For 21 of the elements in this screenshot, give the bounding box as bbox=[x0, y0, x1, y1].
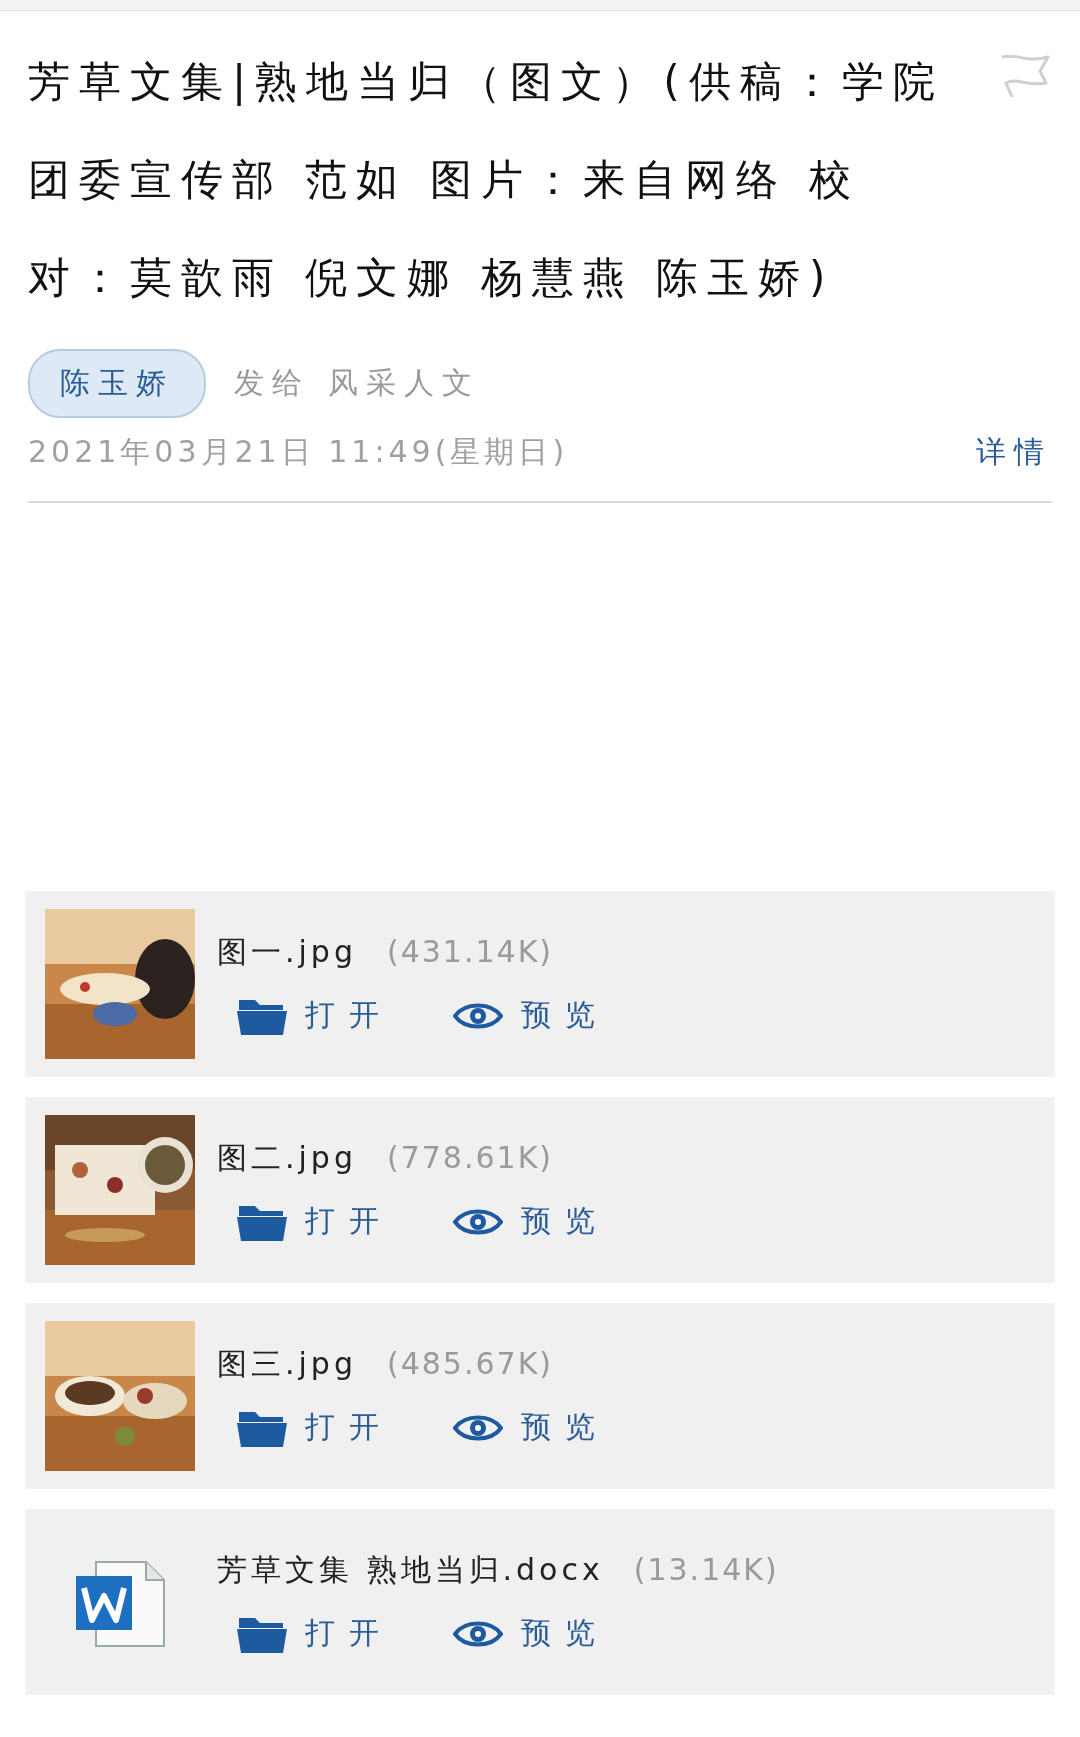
recipient-text: 发给 风采人文 bbox=[234, 364, 480, 402]
file-name: 芳草文集 熟地当归.docx bbox=[217, 1551, 604, 1589]
preview-button[interactable]: 预览 bbox=[453, 1613, 609, 1654]
file-name: 图二.jpg bbox=[217, 1139, 357, 1177]
open-button[interactable]: 打开 bbox=[237, 995, 393, 1036]
file-size: (485.67K) bbox=[386, 1346, 554, 1381]
preview-button[interactable]: 预览 bbox=[453, 995, 609, 1036]
email-subject: 芳草文集|熟地当归（图文）(供稿：学院团委宣传部 范如 图片：来自网络 校对：莫歆雨 倪文娜 杨慧燕 陈玉娇) bbox=[28, 56, 945, 304]
file-name: 图三.jpg bbox=[217, 1345, 357, 1383]
preview-button[interactable]: 预览 bbox=[453, 1407, 609, 1448]
file-name: 图一.jpg bbox=[217, 933, 357, 971]
file-size: (13.14K) bbox=[633, 1552, 779, 1587]
open-button[interactable]: 打开 bbox=[237, 1613, 393, 1654]
file-size: (431.14K) bbox=[386, 934, 554, 969]
sender-chip[interactable]: 陈玉娇 bbox=[28, 349, 206, 418]
open-button[interactable]: 打开 bbox=[237, 1201, 393, 1242]
open-button[interactable]: 打开 bbox=[237, 1407, 393, 1448]
details-link[interactable]: 详情 bbox=[976, 432, 1052, 473]
date-text: 2021年03月21日 11:49(星期日) bbox=[28, 433, 569, 471]
preview-button[interactable]: 预览 bbox=[453, 1201, 609, 1242]
file-size: (778.61K) bbox=[386, 1140, 554, 1175]
